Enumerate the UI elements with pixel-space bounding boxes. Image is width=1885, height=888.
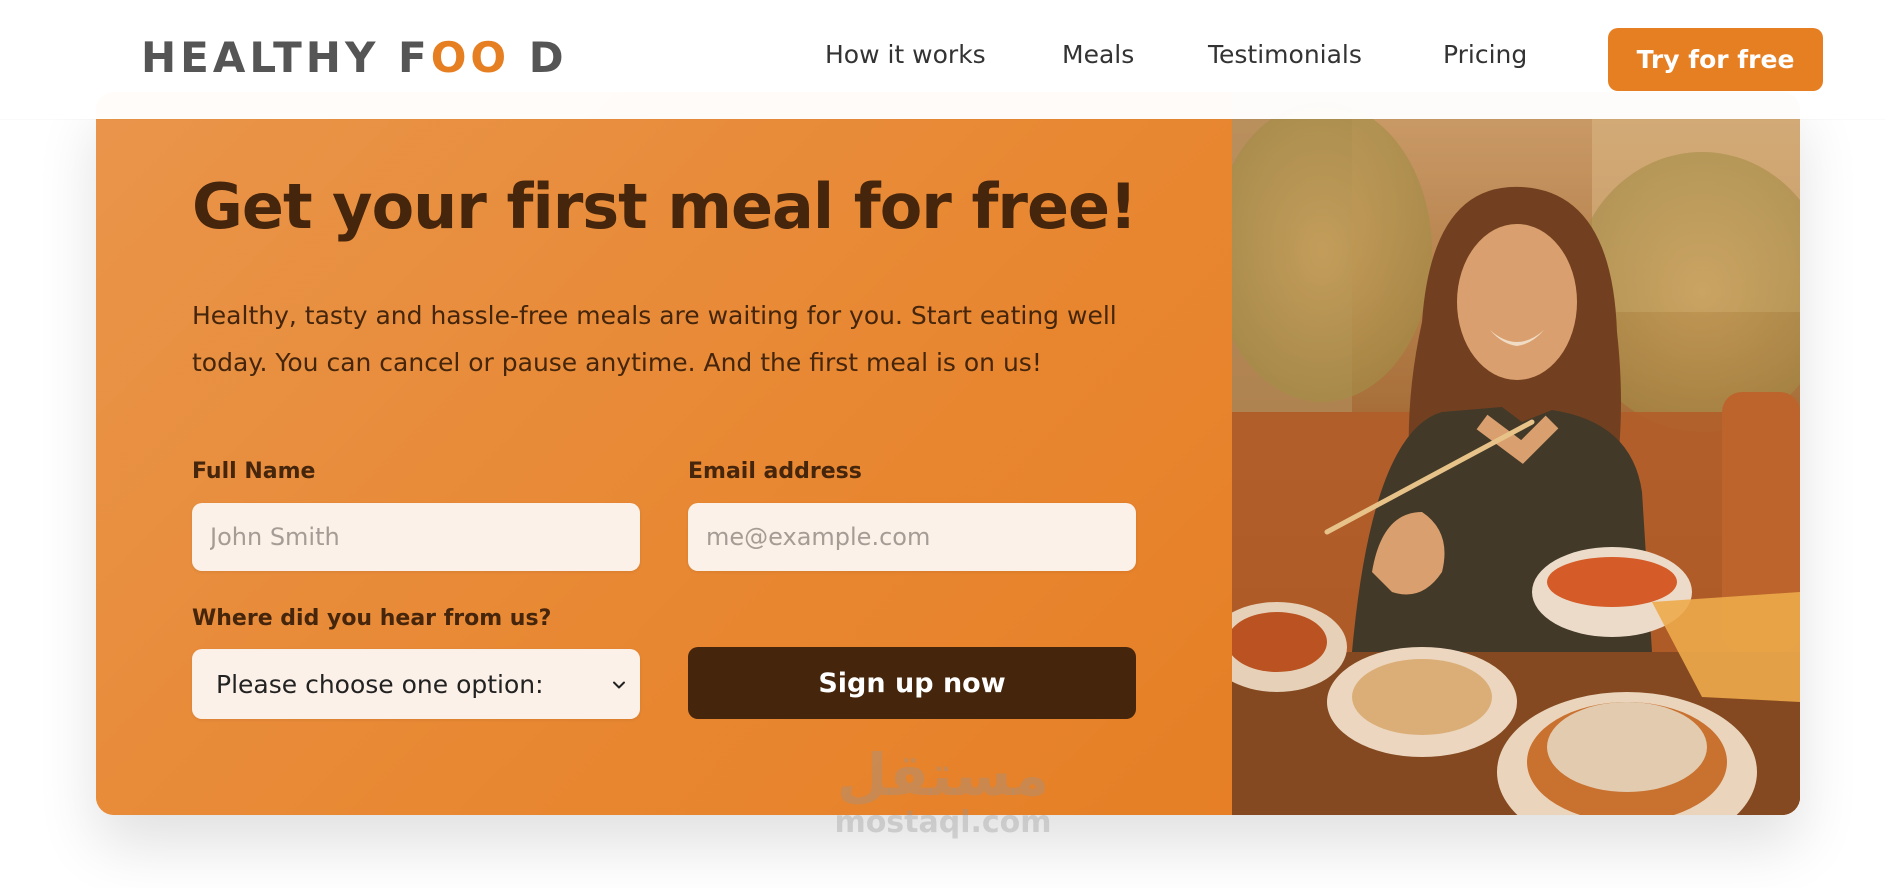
cta-card: Get your first meal for free! Healthy, t…: [96, 92, 1800, 815]
source-select[interactable]: Please choose one option:: [192, 649, 640, 719]
cta-text-box: Get your first meal for free! Healthy, t…: [96, 92, 1232, 815]
email-input[interactable]: [688, 503, 1136, 571]
nav-link-testimonials[interactable]: Testimonials: [1208, 40, 1362, 69]
site-header: HEALTHY FOO D How it works Meals Testimo…: [0, 0, 1885, 119]
sign-up-button[interactable]: Sign up now: [688, 647, 1136, 719]
nav-link-meals[interactable]: Meals: [1062, 40, 1134, 69]
main-nav: How it works Meals Testimonials Pricing: [0, 40, 1885, 80]
nav-link-how-it-works[interactable]: How it works: [825, 40, 986, 69]
cta-title: Get your first meal for free!: [192, 170, 1137, 243]
source-select-value: Please choose one option:: [216, 669, 544, 699]
email-label: Email address: [688, 459, 862, 484]
chevron-down-icon: [612, 677, 626, 691]
cta-image: [1232, 92, 1800, 815]
watermark: مستقل mostaql.com: [828, 745, 1058, 841]
woman-eating-photo: [1232, 92, 1800, 815]
cta-description: Healthy, tasty and hassle-free meals are…: [192, 301, 1117, 377]
watermark-logo: مستقل: [836, 741, 1050, 809]
try-for-free-button[interactable]: Try for free: [1608, 28, 1823, 91]
full-name-label: Full Name: [192, 459, 316, 484]
nav-link-pricing[interactable]: Pricing: [1443, 40, 1527, 69]
full-name-input[interactable]: [192, 503, 640, 571]
source-label: Where did you hear from us?: [192, 606, 552, 631]
watermark-url: mostaql.com: [834, 805, 1052, 840]
